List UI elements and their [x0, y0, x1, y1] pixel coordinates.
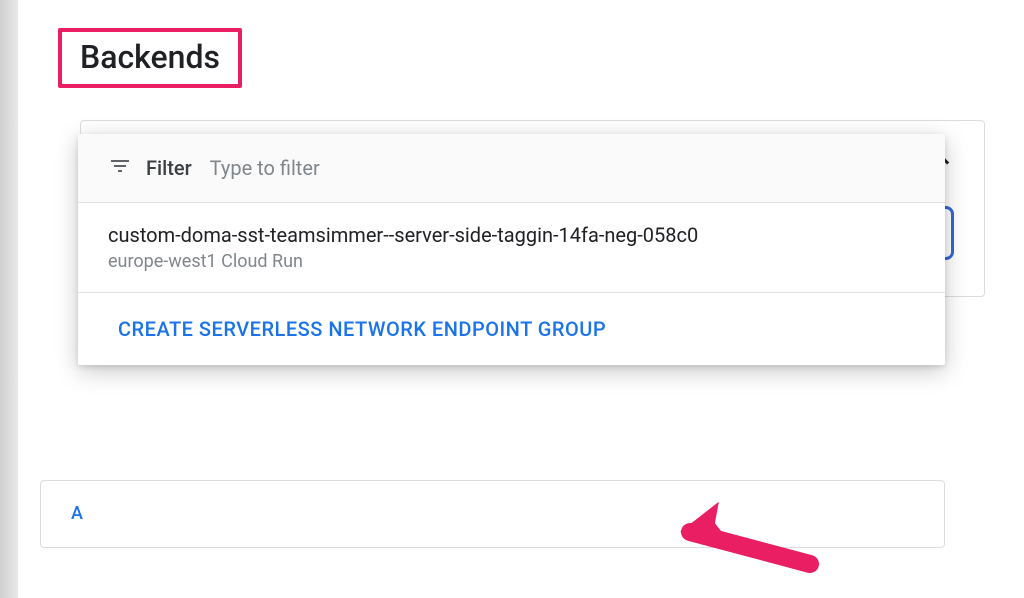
neg-option[interactable]: custom-doma-sst-teamsimmer--server-side-… [78, 203, 945, 293]
add-backend-card[interactable]: A [40, 480, 945, 548]
filter-icon [108, 154, 132, 182]
neg-option-subtitle: europe-west1 Cloud Run [108, 251, 915, 272]
filter-placeholder: Type to filter [210, 156, 320, 180]
neg-option-name: custom-doma-sst-teamsimmer--server-side-… [108, 223, 915, 247]
section-title: Backends [62, 32, 238, 84]
annotation-highlight-title: Backends [58, 28, 242, 88]
add-backend-peek: A [71, 503, 83, 524]
neg-dropdown-panel: Filter Type to filter custom-doma-sst-te… [78, 134, 945, 365]
create-neg-button[interactable]: CREATE SERVERLESS NETWORK ENDPOINT GROUP [78, 293, 945, 365]
filter-row[interactable]: Filter Type to filter [78, 134, 945, 203]
filter-label: Filter [146, 156, 192, 180]
